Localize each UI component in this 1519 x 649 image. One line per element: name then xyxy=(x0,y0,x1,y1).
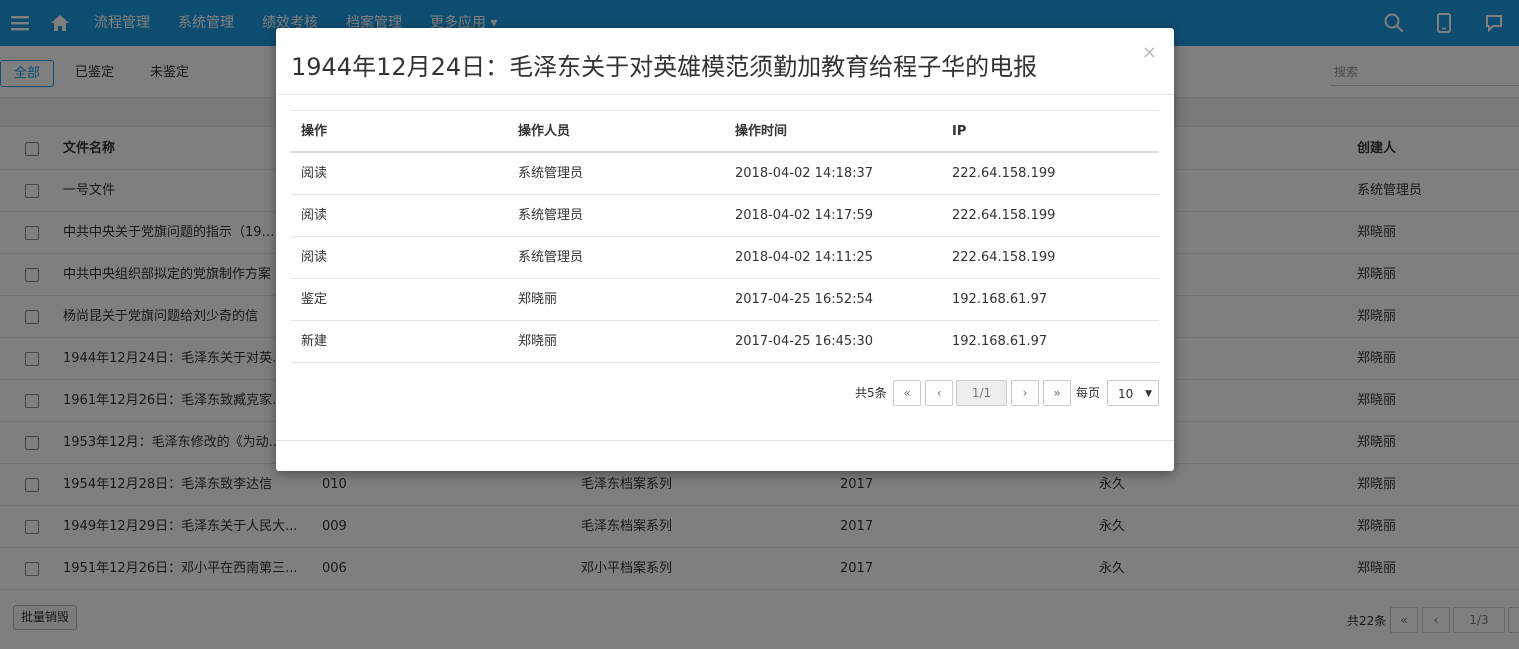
caret-down-icon: ▼ xyxy=(1145,389,1152,399)
per-page-value: 10 xyxy=(1118,387,1134,401)
log-operator: 系统管理员 xyxy=(518,250,584,265)
header-ip: IP xyxy=(952,124,967,139)
modal-title: 1944年12月24日：毛泽东关于对英雄模范须勤加教育给程子华的电报 xyxy=(291,53,1038,81)
log-ip: 222.64.158.199 xyxy=(952,166,1056,181)
log-row: 阅读 系统管理员 2018-04-02 14:11:25 222.64.158.199 xyxy=(291,237,1159,279)
modal-footer-divider xyxy=(276,440,1174,441)
log-row: 新建 郑晓丽 2017-04-25 16:45:30 192.168.61.97 xyxy=(291,321,1159,363)
log-operator: 系统管理员 xyxy=(518,208,584,223)
per-page-select[interactable]: 10 ▼ xyxy=(1107,380,1159,406)
log-action: 新建 xyxy=(301,334,328,349)
per-page-label: 每页 xyxy=(1076,386,1101,400)
log-time: 2018-04-02 14:17:59 xyxy=(735,208,874,223)
header-action: 操作 xyxy=(301,124,328,139)
log-operator: 郑晓丽 xyxy=(518,292,558,307)
log-ip: 222.64.158.199 xyxy=(952,250,1056,265)
log-ip: 192.168.61.97 xyxy=(952,292,1048,307)
header-time: 操作时间 xyxy=(735,124,788,139)
log-first-page-button[interactable]: « xyxy=(893,380,921,406)
modal-divider xyxy=(276,94,1174,95)
log-action: 鉴定 xyxy=(301,292,328,307)
log-total-count: 共5条 xyxy=(855,386,887,400)
log-operator: 系统管理员 xyxy=(518,166,584,181)
log-prev-page-button[interactable]: ‹ xyxy=(925,380,953,406)
log-row: 鉴定 郑晓丽 2017-04-25 16:52:54 192.168.61.97 xyxy=(291,279,1159,321)
log-last-page-button[interactable]: » xyxy=(1043,380,1071,406)
log-ip: 192.168.61.97 xyxy=(952,334,1048,349)
log-page-indicator[interactable]: 1/1 xyxy=(956,380,1007,406)
log-ip: 222.64.158.199 xyxy=(952,208,1056,223)
log-row: 阅读 系统管理员 2018-04-02 14:18:37 222.64.158.199 xyxy=(291,153,1159,195)
log-action: 阅读 xyxy=(301,166,328,181)
log-time: 2018-04-02 14:11:25 xyxy=(735,250,874,265)
log-time: 2018-04-02 14:18:37 xyxy=(735,166,874,181)
log-time: 2017-04-25 16:52:54 xyxy=(735,292,874,307)
log-action: 阅读 xyxy=(301,250,328,265)
operation-log-modal: 1944年12月24日：毛泽东关于对英雄模范须勤加教育给程子华的电报 × 操作 … xyxy=(276,28,1174,471)
log-operator: 郑晓丽 xyxy=(518,334,558,349)
close-icon[interactable]: × xyxy=(1142,42,1157,63)
log-header-row: 操作 操作人员 操作时间 IP xyxy=(291,110,1159,153)
log-row: 阅读 系统管理员 2018-04-02 14:17:59 222.64.158.199 xyxy=(291,195,1159,237)
header-operator: 操作人员 xyxy=(518,124,571,139)
log-action: 阅读 xyxy=(301,208,328,223)
log-time: 2017-04-25 16:45:30 xyxy=(735,334,874,349)
log-next-page-button[interactable]: › xyxy=(1011,380,1039,406)
operation-log-table: 操作 操作人员 操作时间 IP 阅读 系统管理员 2018-04-02 14:18:… xyxy=(291,110,1159,363)
